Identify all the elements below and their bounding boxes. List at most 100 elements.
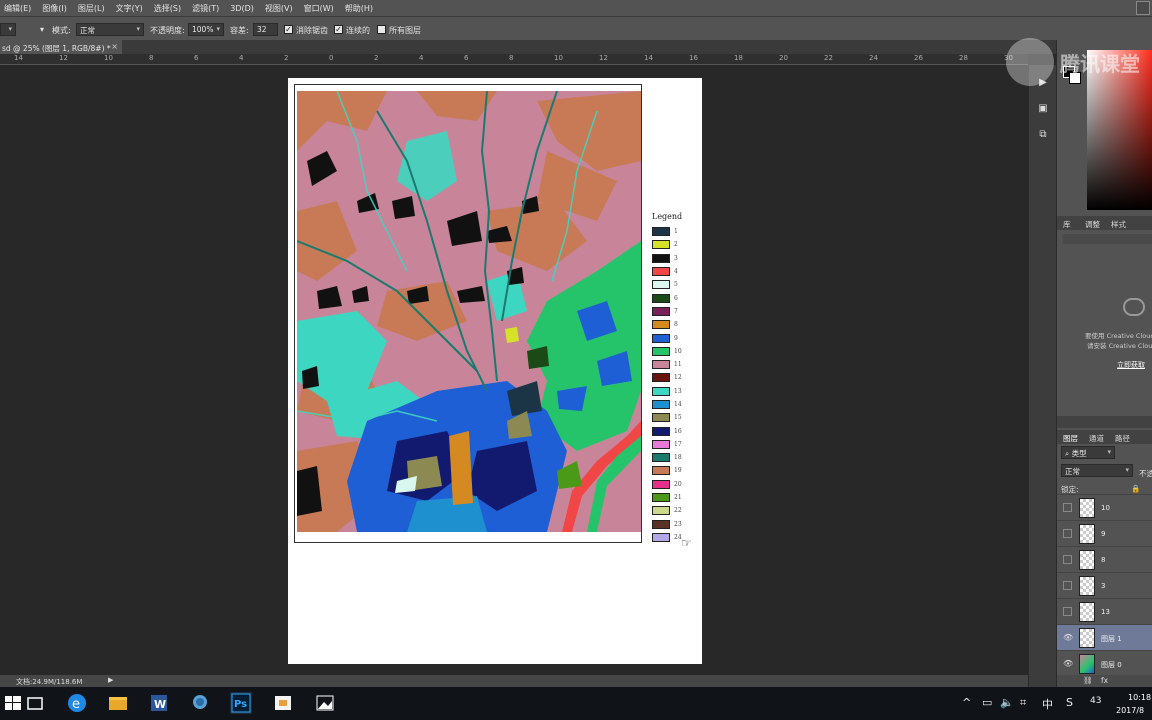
minimize-button[interactable] <box>1136 1 1150 15</box>
menu-item[interactable]: 滤镜(T) <box>192 3 219 14</box>
get-now-link[interactable]: 立即获取 <box>1117 360 1145 370</box>
eye-icon[interactable]: 👁 <box>1063 659 1073 668</box>
properties-icon[interactable]: ▣ <box>1036 103 1050 115</box>
task-view-icon[interactable] <box>24 692 46 714</box>
network-icon[interactable]: ⌗ <box>1020 696 1026 710</box>
windows-start-icon[interactable] <box>2 692 24 714</box>
blend-mode-select[interactable]: 正常 ▾ <box>1061 464 1133 477</box>
legend-row: 12 <box>652 371 698 384</box>
link-icon[interactable]: ⛓ <box>1083 676 1093 685</box>
all-layers-checkbox[interactable] <box>377 25 386 34</box>
legend-label: 15 <box>674 414 682 422</box>
menu-item[interactable]: 视图(V) <box>265 3 293 14</box>
tab-library[interactable]: 库 <box>1063 219 1071 230</box>
creative-cloud-icon <box>1123 298 1145 316</box>
legend-row: 9 <box>652 331 698 344</box>
volume-icon[interactable]: 🔈 <box>1000 696 1014 709</box>
layer-thumbnail <box>1079 602 1095 622</box>
tolerance-input[interactable]: 32 <box>253 23 278 36</box>
tab-layers[interactable]: 图层 <box>1063 433 1078 444</box>
legend-row: 1 <box>652 225 698 238</box>
ime-indicator[interactable]: 中 <box>1042 696 1053 712</box>
library-message-1: 要使用 Creative Cloud <box>1085 332 1152 340</box>
clock-time[interactable]: 10:18 <box>1128 693 1151 702</box>
legend-row: 20 <box>652 478 698 491</box>
visibility-toggle[interactable] <box>1063 503 1072 512</box>
ruler-tick-label: 4 <box>419 54 424 62</box>
status-menu-arrow[interactable]: ▶ <box>108 676 113 684</box>
menu-item[interactable]: 图层(L) <box>78 3 105 14</box>
visibility-toggle[interactable] <box>1063 529 1072 538</box>
document-tab[interactable]: sd @ 25% (图层 1, RGB/8#) * × <box>0 40 122 54</box>
tab-styles[interactable]: 样式 <box>1111 219 1126 230</box>
watermark: 腾讯课堂 <box>1006 38 1140 86</box>
tray-chevron-up-icon[interactable]: ^ <box>962 696 971 709</box>
legend-swatch <box>652 400 670 409</box>
media-app-icon[interactable] <box>272 692 294 714</box>
layer-row[interactable]: 9 <box>1057 520 1152 546</box>
legend-swatch <box>652 386 670 396</box>
visibility-toggle[interactable] <box>1063 555 1072 564</box>
layer-row[interactable]: 8 <box>1057 546 1152 572</box>
notification-count[interactable]: 43 <box>1090 696 1101 706</box>
map-legend: Legend 1 2 3 4 5 6 7 8 9 10 11 12 13 14 15 16 17 18 19 20 21… <box>652 212 698 544</box>
tab-paths[interactable]: 路径 <box>1115 433 1130 444</box>
contiguous-checkbox[interactable]: ✓ <box>334 25 343 34</box>
ruler-tick-label: 12 <box>599 54 608 62</box>
legend-list: 1 2 3 4 5 6 7 8 9 10 11 12 13 14 15 16 17 18 19 20 21 22 23 24 <box>652 225 698 544</box>
tab-channels[interactable]: 通道 <box>1089 433 1104 444</box>
contiguous-label: 连续的 <box>346 26 370 35</box>
menu-item[interactable]: 编辑(E) <box>4 3 31 14</box>
lock-icon[interactable]: 🔒 <box>1131 484 1140 493</box>
battery-icon[interactable]: ▭ <box>982 696 992 709</box>
legend-row: 18 <box>652 451 698 464</box>
ruler-tick-label: 10 <box>554 54 563 62</box>
document-page[interactable]: Legend 1 2 3 4 5 6 7 8 9 10 11 12 13 14 15 16 17 18 19 20 21… <box>288 78 702 664</box>
sogou-icon[interactable]: S <box>1066 696 1073 709</box>
legend-label: 22 <box>674 507 682 515</box>
menu-item[interactable]: 帮助(H) <box>345 3 373 14</box>
ruler-tick-label: 24 <box>869 54 878 62</box>
fx-icon[interactable]: fx <box>1101 676 1108 685</box>
tab-adjustments[interactable]: 调整 <box>1085 219 1100 230</box>
legend-label: 4 <box>674 268 678 276</box>
menu-item[interactable]: 文字(Y) <box>116 3 143 14</box>
layer-row[interactable]: 13 <box>1057 598 1152 624</box>
photos-icon[interactable] <box>314 692 336 714</box>
legend-swatch <box>652 253 670 263</box>
visibility-toggle[interactable] <box>1063 581 1072 590</box>
edge-browser-icon[interactable]: e <box>66 692 88 714</box>
search-app-icon[interactable] <box>190 692 212 714</box>
mode-select[interactable]: 正常 ▾ <box>76 23 144 36</box>
layer-row[interactable]: 10 <box>1057 494 1152 520</box>
layer-row[interactable]: 3 <box>1057 572 1152 598</box>
menu-item[interactable]: 选择(S) <box>154 3 181 14</box>
ruler-tick-label: 26 <box>914 54 923 62</box>
menu-item[interactable]: 窗口(W) <box>304 3 334 14</box>
menu-item[interactable]: 图像(I) <box>42 3 67 14</box>
clock-date[interactable]: 2017/8 <box>1116 706 1144 715</box>
legend-swatch <box>652 479 670 489</box>
layer-row[interactable]: 👁 图层 1 <box>1057 624 1152 650</box>
ruler-tick-label: 14 <box>644 54 653 62</box>
legend-label: 11 <box>674 361 682 369</box>
document-size-status: 文档:24.9M/118.6M <box>16 678 83 686</box>
all-layers-label: 所有图层 <box>389 26 421 35</box>
legend-label: 12 <box>674 374 682 382</box>
layer-filter-select[interactable]: ⌕ 类型 ▾ <box>1061 446 1115 459</box>
visibility-toggle[interactable] <box>1063 607 1072 616</box>
library-select[interactable] <box>1063 234 1152 244</box>
tool-preset-picker[interactable]: ▾ <box>0 23 16 36</box>
menu-item[interactable]: 3D(D) <box>230 4 254 13</box>
file-explorer-icon[interactable] <box>107 692 129 714</box>
photoshop-icon[interactable]: Ps <box>230 692 252 714</box>
word-icon[interactable]: W <box>148 692 170 714</box>
eye-icon[interactable]: 👁 <box>1063 633 1073 642</box>
opacity-input[interactable]: 100% ▾ <box>188 23 224 36</box>
layer-row[interactable]: 👁 图层 0 <box>1057 650 1152 676</box>
legend-row: 15 <box>652 411 698 424</box>
antialias-checkbox[interactable]: ✓ <box>284 25 293 34</box>
brush-presets-icon[interactable]: ⧉ <box>1036 129 1050 141</box>
legend-row: 7 <box>652 305 698 318</box>
close-icon[interactable]: × <box>111 42 118 51</box>
